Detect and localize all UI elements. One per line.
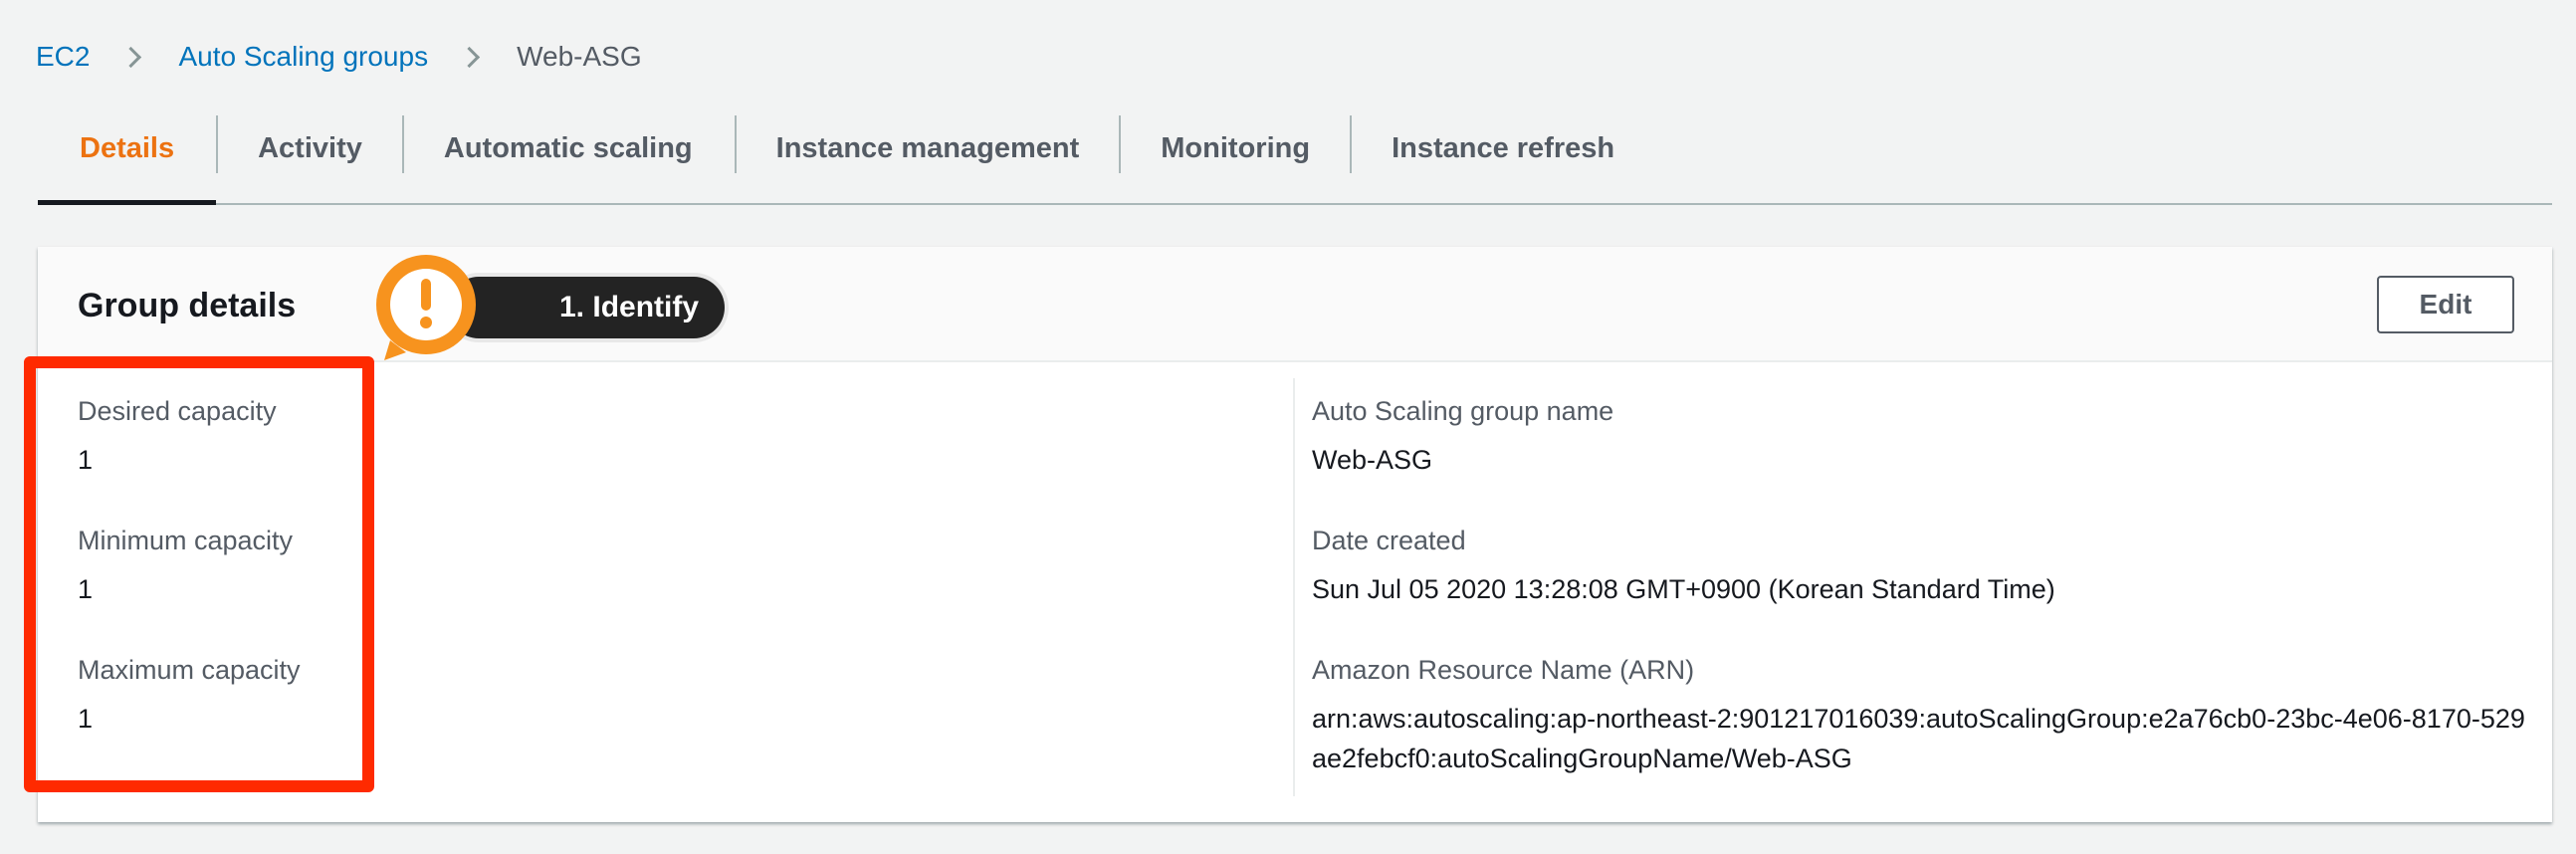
chevron-right-icon: [458, 46, 481, 68]
tab-label: Activity: [258, 131, 362, 164]
tab-automatic-scaling[interactable]: Automatic scaling: [401, 109, 735, 203]
panel-title: Group details: [78, 287, 297, 324]
tab-label: Instance management: [775, 131, 1080, 164]
breadcrumb: EC2 Auto Scaling groups Web-ASG: [36, 34, 642, 80]
callout-label: 1. Identify: [448, 277, 726, 338]
tab-bar: Details Activity Automatic scaling Insta…: [38, 109, 2552, 205]
field-value: Sun Jul 05 2020 13:28:08 GMT+0900 (Korea…: [1312, 574, 2055, 604]
date-created-field: Date created Sun Jul 05 2020 13:28:08 GM…: [1312, 524, 2055, 609]
breadcrumb-ec2-link[interactable]: EC2: [36, 41, 90, 73]
field-value: Web-ASG: [1312, 445, 1433, 475]
field-label: Date created: [1312, 526, 1466, 555]
group-name-field: Auto Scaling group name Web-ASG: [1312, 394, 1613, 480]
edit-button[interactable]: Edit: [2377, 276, 2514, 333]
capacity-highlight-box: [24, 356, 374, 792]
tab-label: Monitoring: [1161, 131, 1311, 164]
identify-callout: 1. Identify: [370, 253, 726, 382]
tab-instance-management[interactable]: Instance management: [734, 109, 1120, 203]
arn-field: Amazon Resource Name (ARN) arn:aws:autos…: [1312, 653, 2536, 778]
tab-details[interactable]: Details: [38, 109, 217, 205]
breadcrumb-auto-scaling-groups-link[interactable]: Auto Scaling groups: [178, 41, 428, 73]
field-label: Auto Scaling group name: [1312, 396, 1614, 426]
field-label: Amazon Resource Name (ARN): [1312, 655, 1695, 685]
tab-label: Details: [80, 131, 175, 164]
column-divider: [1293, 378, 1295, 796]
tab-label: Instance refresh: [1392, 131, 1615, 164]
breadcrumb-current: Web-ASG: [517, 41, 642, 72]
field-value: arn:aws:autoscaling:ap-northeast-2:90121…: [1312, 704, 2525, 773]
tab-instance-refresh[interactable]: Instance refresh: [1350, 109, 1656, 203]
tab-label: Automatic scaling: [443, 131, 693, 164]
exclamation-icon: [376, 255, 476, 360]
tab-activity[interactable]: Activity: [216, 109, 402, 203]
chevron-right-icon: [120, 46, 142, 68]
tab-monitoring[interactable]: Monitoring: [1119, 109, 1350, 203]
